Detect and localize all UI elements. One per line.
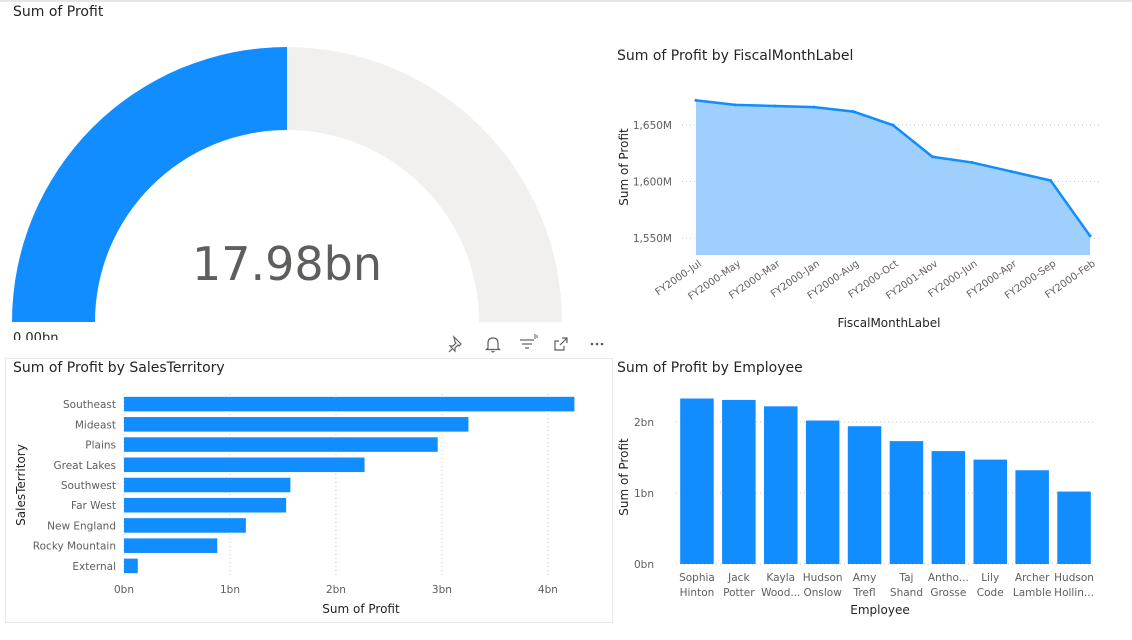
y-tick-label: 1,550M: [633, 233, 672, 245]
data-point: [930, 155, 934, 159]
data-point: [773, 104, 777, 108]
y-axis-title: Sum of Profit: [617, 438, 631, 516]
bar: [124, 437, 438, 452]
category-label-line2: Onslow: [803, 587, 842, 599]
y-tick-label: 0bn: [634, 559, 654, 571]
data-point: [970, 160, 974, 164]
category-label-line1: Sophia: [679, 572, 715, 584]
category-label-line1: Lily: [981, 572, 999, 584]
category-label-line1: Taj: [898, 572, 913, 584]
y-axis-title: Sum of Profit: [617, 128, 631, 206]
x-tick-label: 4bn: [538, 584, 558, 596]
category-label: Plains: [85, 440, 116, 452]
bar: [1057, 491, 1091, 564]
category-label-line1: Archer: [1015, 572, 1050, 584]
bar: [805, 420, 840, 564]
data-point: [1049, 178, 1053, 182]
top-border: [0, 0, 1132, 2]
category-label-line2: Hollin...: [1054, 587, 1094, 599]
category-label-line2: Wood...: [761, 587, 800, 599]
gauge-title: Sum of Profit: [13, 4, 104, 20]
category-label-line1: Kayla: [766, 572, 795, 584]
bar: [124, 417, 469, 432]
bar: [889, 441, 924, 564]
x-tick-label: 1bn: [220, 584, 240, 596]
bar: [722, 399, 756, 564]
x-tick-label: 2bn: [326, 584, 346, 596]
bar: [973, 459, 1008, 564]
category-label: Far West: [71, 500, 116, 512]
y-tick-label: 2bn: [634, 417, 654, 429]
category-label-line2: Trefl: [853, 587, 876, 599]
area-chart-title: Sum of Profit by FiscalMonthLabel: [617, 48, 854, 64]
data-point: [733, 103, 737, 107]
territory-chart-title: Sum of Profit by SalesTerritory: [13, 360, 225, 376]
bar: [931, 451, 966, 564]
category-label-line1: Amy: [853, 572, 877, 584]
gauge-chart[interactable]: 17.98bn 0.00bn: [0, 40, 600, 340]
bar: [124, 457, 365, 473]
category-label: New England: [47, 520, 116, 532]
area-fill: [696, 100, 1090, 256]
bell-icon[interactable]: [482, 333, 504, 355]
area-chart[interactable]: 1,550M1,600M1,650MFY2000-JulFY2000-MayFY…: [600, 70, 1120, 340]
expand-icon[interactable]: [550, 333, 572, 355]
x-tick-label: 0bn: [114, 584, 134, 596]
filter-icon[interactable]: [516, 333, 538, 355]
category-label: Rocky Mountain: [33, 541, 116, 553]
y-tick-label: 1,650M: [633, 120, 672, 132]
category-label-line2: Hinton: [680, 587, 715, 599]
bar: [680, 398, 714, 564]
category-label-line1: Antho...: [928, 572, 969, 584]
employee-bar-chart[interactable]: 0bn 1bn 2bn Sophia Hinton Jack Potter Kayla Wood…: [600, 380, 1125, 620]
category-label: Mideast: [75, 419, 116, 431]
bar: [124, 497, 287, 513]
gauge-value-label: 17.98bn: [192, 237, 382, 291]
y-tick-label: 1,600M: [633, 177, 672, 189]
y-axis-title: SalesTerritory: [14, 444, 28, 526]
category-label-line1: Hudson: [1054, 572, 1094, 584]
employee-chart-title: Sum of Profit by Employee: [617, 360, 803, 376]
data-point: [812, 105, 816, 109]
data-point: [891, 123, 895, 127]
bar: [847, 426, 882, 564]
category-label-line1: Hudson: [803, 572, 843, 584]
data-point: [694, 98, 698, 102]
category-label-line1: Jack: [727, 572, 750, 584]
category-label: Great Lakes: [54, 460, 117, 472]
category-label: Southwest: [61, 480, 116, 492]
bar: [124, 518, 246, 533]
x-tick-label: 3bn: [432, 584, 452, 596]
bar: [124, 538, 218, 553]
bar: [763, 406, 798, 564]
visual-toolbar: [446, 333, 606, 355]
bar: [1015, 470, 1049, 564]
category-label-line2: Shand: [890, 587, 923, 599]
data-point: [1088, 234, 1092, 238]
category-label: External: [72, 561, 116, 573]
territory-bar-chart[interactable]: 0bn 1bn 2bn 3bn 4bn Southeast Mideast Plains Gre…: [5, 380, 610, 620]
data-point: [852, 110, 856, 114]
data-point: [1009, 169, 1013, 173]
gauge-min-label: 0.00bn: [13, 331, 58, 340]
bar: [124, 477, 291, 493]
category-label-line2: Potter: [723, 587, 755, 599]
x-axis-title: Employee: [850, 603, 909, 617]
pin-icon[interactable]: [446, 333, 468, 355]
category-label: Southeast: [63, 399, 116, 411]
y-tick-label: 1bn: [634, 488, 654, 500]
category-label-line2: Grosse: [930, 587, 966, 599]
category-label-line2: Lamble: [1013, 587, 1052, 599]
x-axis-title: Sum of Profit: [322, 602, 400, 616]
bar: [124, 558, 138, 574]
category-label-line2: Code: [977, 587, 1004, 599]
bar: [124, 396, 575, 412]
x-axis-title: FiscalMonthLabel: [838, 316, 941, 330]
